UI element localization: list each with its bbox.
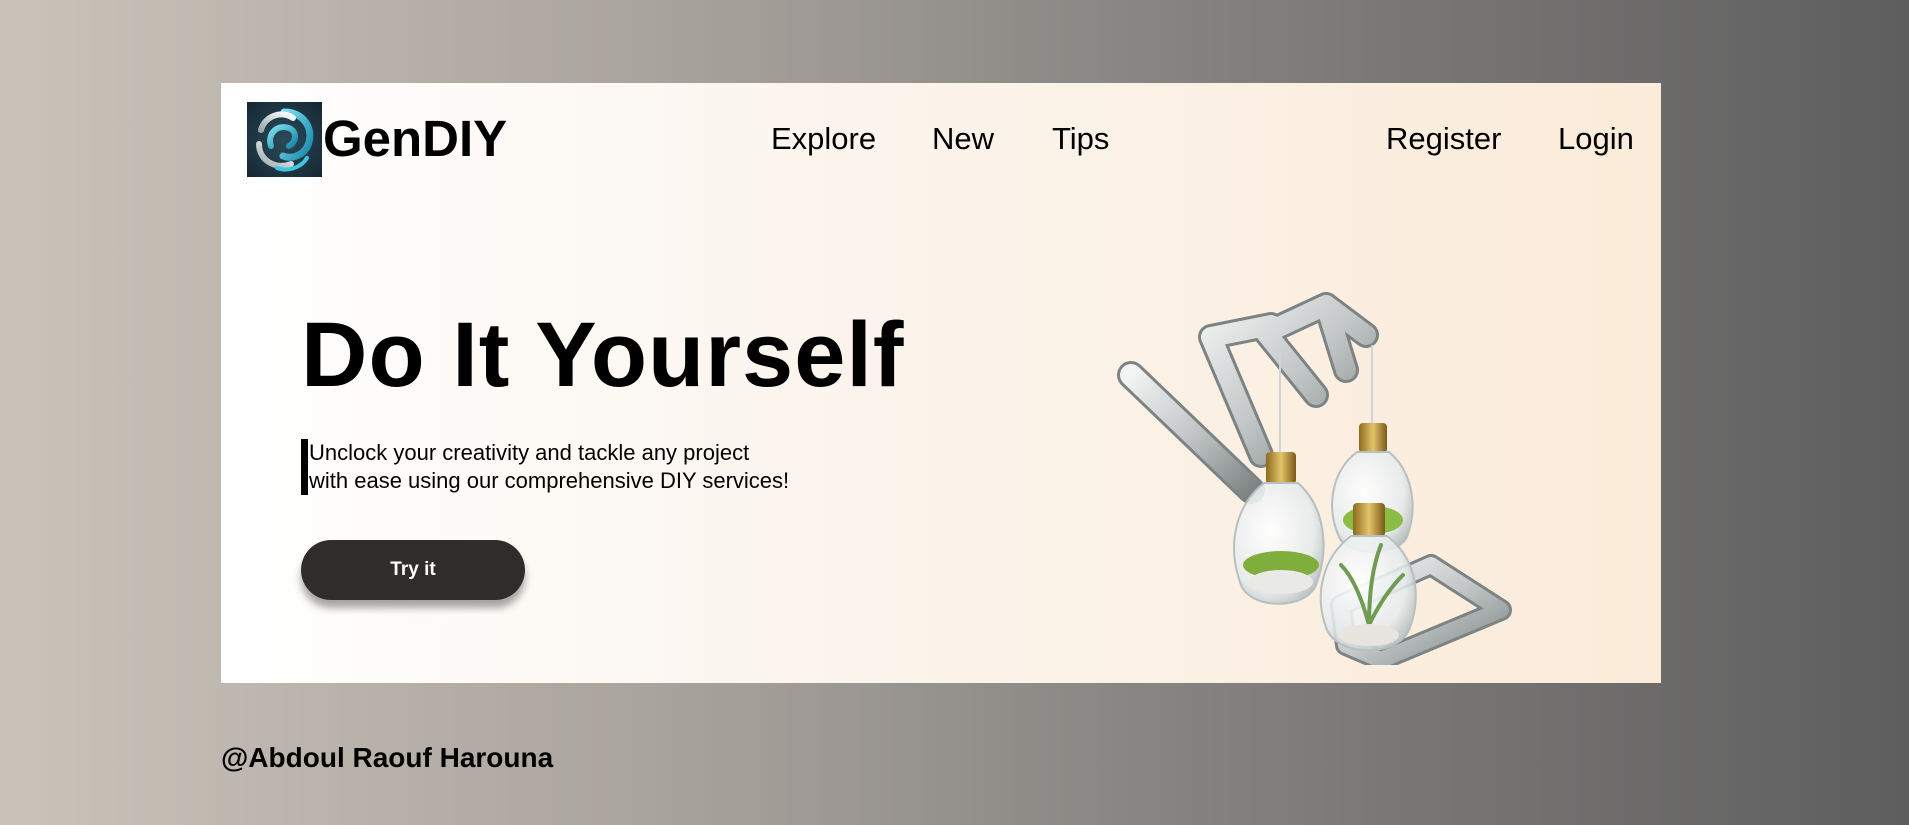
swirl-logo-icon[interactable] (247, 102, 322, 177)
hero-description-line-2: with ease using our comprehensive DIY se… (309, 468, 790, 493)
author-credit: @Abdoul Raouf Harouna (221, 742, 554, 773)
nav-explore[interactable]: Explore (771, 121, 876, 157)
hero-description-line-1: Unclock your creativity and tackle any p… (309, 440, 750, 465)
hero-card: GenDIY Explore New Tips Register Login D… (221, 83, 1661, 683)
nav-new[interactable]: New (932, 121, 994, 157)
brand-name[interactable]: GenDIY (323, 110, 507, 167)
nav-tips[interactable]: Tips (1052, 121, 1109, 157)
register-link[interactable]: Register (1386, 121, 1501, 157)
hero-description: Unclock your creativity and tackle any p… (301, 439, 861, 495)
hanging-lightbulb-terrariums-image (1101, 245, 1521, 671)
hero-title: Do It Yourself (301, 304, 905, 406)
try-it-button[interactable]: Try it (301, 540, 525, 600)
login-link[interactable]: Login (1558, 121, 1634, 157)
